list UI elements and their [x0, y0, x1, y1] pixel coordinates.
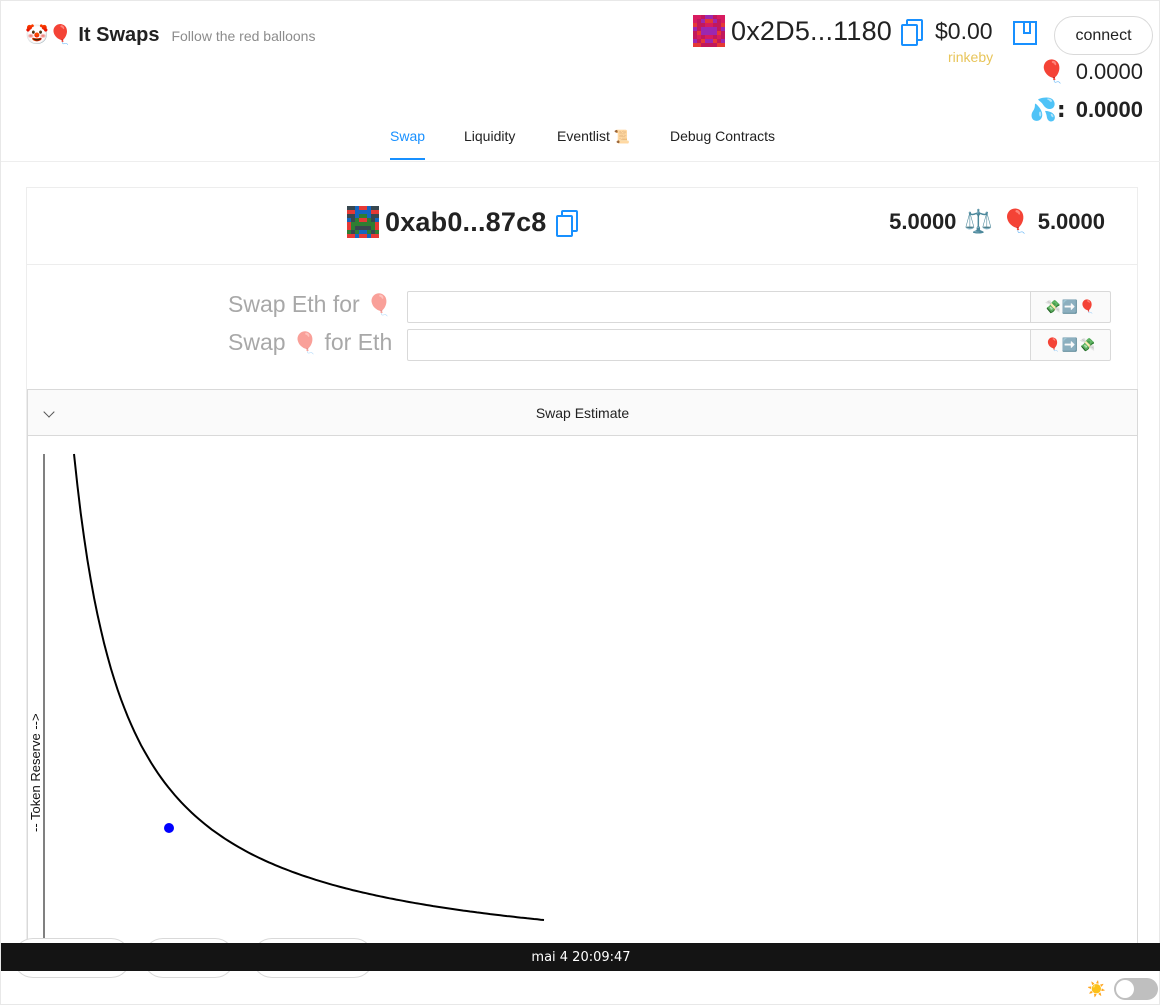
tab-liquidity[interactable]: Liquidity — [464, 128, 515, 158]
app-subtitle: Follow the red balloons — [171, 28, 316, 44]
token-reserve: 5.0000 — [1037, 208, 1105, 234]
theme-switcher: ☀️ — [1087, 978, 1158, 1000]
scroll-icon: 📜 — [613, 130, 630, 145]
contract-address[interactable]: 0xab0...87c8 — [385, 207, 547, 238]
wallet-icon[interactable] — [1013, 21, 1037, 45]
balloon-balance: 🎈 0.0000 — [1038, 59, 1143, 85]
system-taskbar: mai 4 20:09:47 — [1, 943, 1160, 971]
balance-usd: $0.00 — [935, 17, 993, 44]
copy-address-icon[interactable] — [901, 19, 924, 46]
eth-reserve: 5.0000 — [889, 208, 957, 234]
swap-eth-label-text: Swap Eth for — [228, 291, 360, 317]
copy-contract-icon[interactable] — [555, 210, 578, 237]
balloon-icon: 🎈 — [1001, 209, 1030, 235]
swap-estimate-panel: Swap Estimate -- Token Reserve --> — [27, 389, 1138, 968]
account-address[interactable]: 0x2D5...1180 — [731, 16, 892, 47]
curve-svg: -- Token Reserve --> — [28, 453, 545, 947]
account-avatar — [693, 15, 725, 47]
tab-swap[interactable]: Swap — [390, 128, 426, 160]
connect-button[interactable]: connect — [1054, 16, 1153, 55]
balloon-icon: 🎈 — [291, 331, 319, 355]
token-to-eth-input[interactable] — [407, 329, 1031, 361]
main-tabs: Swap Liquidity Eventlist 📜 Debug Contrac… — [1, 119, 1160, 162]
brand-emoji-icon: 🤡🎈 — [25, 24, 73, 46]
account-display: 0x2D5...1180 $0.00 — [693, 15, 993, 47]
scale-icon: ⚖️ — [964, 209, 994, 235]
dex-card: 0xab0...87c8 5.0000 ⚖️ 🎈 5.0000 Swap Eth… — [26, 187, 1138, 968]
tab-eventlist-label: Eventlist — [557, 128, 610, 144]
network-name: rinkeby — [948, 49, 994, 65]
swap-token-for-eth-label: Swap 🎈 for Eth — [228, 329, 392, 356]
contract-avatar — [347, 206, 379, 238]
sun-icon: ☀️ — [1087, 980, 1106, 998]
swap-curve-line — [73, 453, 545, 921]
eth-to-token-button[interactable]: 💸➡️🎈 — [1030, 291, 1111, 323]
swap-curve-chart: -- Token Reserve --> — [28, 437, 1137, 969]
system-clock: mai 4 20:09:47 — [531, 949, 631, 965]
tab-debug-contracts[interactable]: Debug Contracts — [670, 128, 775, 158]
eth-to-token-input[interactable] — [407, 291, 1031, 323]
balloon-icon: 🎈 — [366, 293, 393, 317]
reserves: 5.0000 ⚖️ 🎈 5.0000 — [889, 208, 1105, 236]
y-axis-label: -- Token Reserve --> — [28, 713, 43, 832]
dex-contract: 0xab0...87c8 — [347, 206, 578, 238]
balloon-icon: 🎈 — [1038, 59, 1066, 85]
swap-estimate-title: Swap Estimate — [535, 405, 630, 421]
token-to-eth-button[interactable]: 🎈➡️💸 — [1030, 329, 1111, 361]
balloon-balance-value: 0.0000 — [1075, 59, 1143, 84]
current-reserve-point — [164, 823, 174, 833]
app-title: It Swaps — [78, 24, 160, 46]
swap-estimate-header[interactable]: Swap Estimate — [28, 390, 1137, 436]
swap-token-label-pre: Swap — [228, 329, 286, 355]
tab-eventlist[interactable]: Eventlist 📜 — [557, 128, 630, 159]
swap-token-label-post: for Eth — [324, 329, 393, 355]
brand[interactable]: 🤡🎈 It Swaps Follow the red balloons — [25, 23, 315, 47]
dex-card-header: 0xab0...87c8 5.0000 ⚖️ 🎈 5.0000 — [27, 188, 1137, 265]
swap-eth-for-token-label: Swap Eth for 🎈 — [228, 291, 392, 318]
theme-toggle-switch[interactable] — [1113, 978, 1158, 1000]
app-root: 🤡🎈 It Swaps Follow the red balloons 0x2D… — [0, 0, 1160, 1005]
